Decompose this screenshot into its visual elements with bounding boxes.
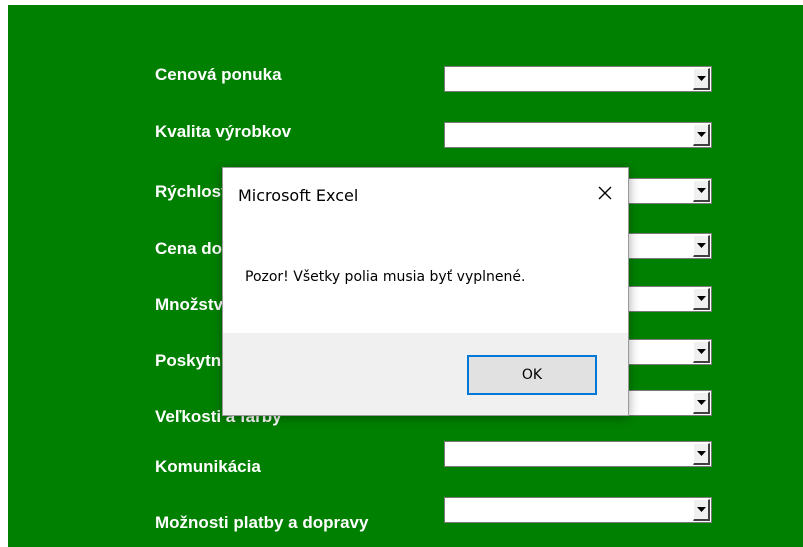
chevron-down-icon <box>697 400 706 405</box>
dialog-message: Pozor! Všetky polia musia byť vyplnené. <box>245 269 526 285</box>
chevron-down-icon <box>697 451 706 456</box>
chevron-down-icon <box>697 507 706 512</box>
ok-button[interactable]: OK <box>467 355 597 395</box>
combo-cenova-ponuka[interactable] <box>444 66 712 92</box>
message-dialog: Microsoft Excel Pozor! Všetky polia musi… <box>222 167 629 416</box>
chevron-down-icon <box>697 132 706 137</box>
combo-komunikacia[interactable] <box>444 441 712 467</box>
chevron-down-icon <box>697 349 706 354</box>
combo-moznosti-platby[interactable] <box>444 497 712 523</box>
label-kvalita-vyrobkov: Kvalita výrobkov <box>155 122 292 141</box>
dropdown-button[interactable] <box>693 124 710 146</box>
dialog-footer: OK <box>223 333 628 415</box>
dialog-title: Microsoft Excel <box>238 186 359 205</box>
dropdown-button[interactable] <box>693 288 710 310</box>
combo-kvalita-vyrobkov[interactable] <box>444 122 712 148</box>
chevron-down-icon <box>697 243 706 248</box>
dropdown-button[interactable] <box>693 180 710 202</box>
dialog-close-button[interactable] <box>592 180 618 206</box>
dropdown-button[interactable] <box>693 443 710 465</box>
dropdown-button[interactable] <box>693 392 710 414</box>
dropdown-button[interactable] <box>693 235 710 257</box>
dropdown-button[interactable] <box>693 68 710 90</box>
dropdown-button[interactable] <box>693 499 710 521</box>
label-moznosti-platby: Možnosti platby a dopravy <box>155 513 369 532</box>
label-cenova-ponuka: Cenová ponuka <box>155 65 282 84</box>
chevron-down-icon <box>697 76 706 81</box>
chevron-down-icon <box>697 188 706 193</box>
chevron-down-icon <box>697 296 706 301</box>
dropdown-button[interactable] <box>693 341 710 363</box>
close-icon <box>598 186 612 200</box>
label-komunikacia: Komunikácia <box>155 457 261 476</box>
